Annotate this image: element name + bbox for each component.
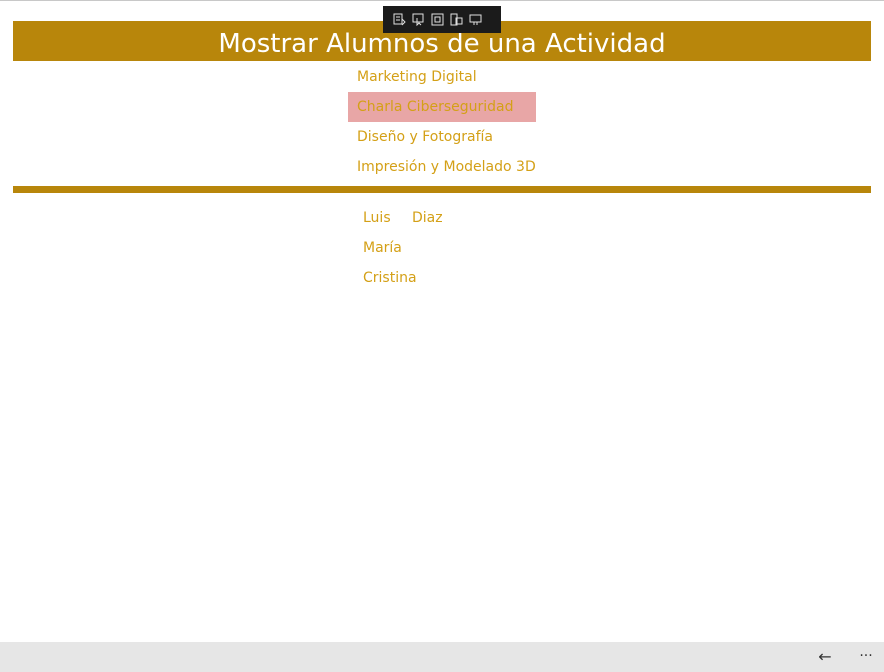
student-first-name: Cristina — [363, 270, 417, 286]
student-first-name: Luis — [363, 210, 391, 226]
list-item[interactable]: Diseño y Fotografía — [348, 122, 536, 152]
back-arrow-icon[interactable]: ← — [815, 648, 835, 666]
divider — [13, 186, 871, 193]
live-visual-tree-icon[interactable] — [393, 13, 406, 26]
student-list[interactable]: Luis Diaz María Cristina — [363, 203, 583, 293]
list-item[interactable]: Cristina — [363, 263, 583, 293]
track-focused-element-icon[interactable] — [450, 13, 463, 26]
list-item[interactable]: María — [363, 233, 583, 263]
display-layout-adorners-icon[interactable] — [431, 13, 444, 26]
hot-reload-icon[interactable] — [469, 13, 482, 26]
window-top-edge — [0, 0, 884, 1]
activity-list[interactable]: Marketing Digital Charla Ciberseguridad … — [348, 62, 536, 182]
list-item[interactable]: Marketing Digital — [348, 62, 536, 92]
student-first-name: María — [363, 240, 402, 256]
list-item[interactable]: Impresión y Modelado 3D — [348, 152, 536, 182]
select-element-icon[interactable] — [412, 13, 425, 26]
more-options-icon[interactable]: ··· — [856, 648, 876, 666]
list-item[interactable]: Luis Diaz — [363, 203, 583, 233]
xaml-debug-toolbar[interactable] — [383, 6, 501, 33]
list-item-selected[interactable]: Charla Ciberseguridad — [348, 92, 536, 122]
student-last-name: Diaz — [412, 210, 443, 226]
command-bar — [0, 642, 884, 672]
